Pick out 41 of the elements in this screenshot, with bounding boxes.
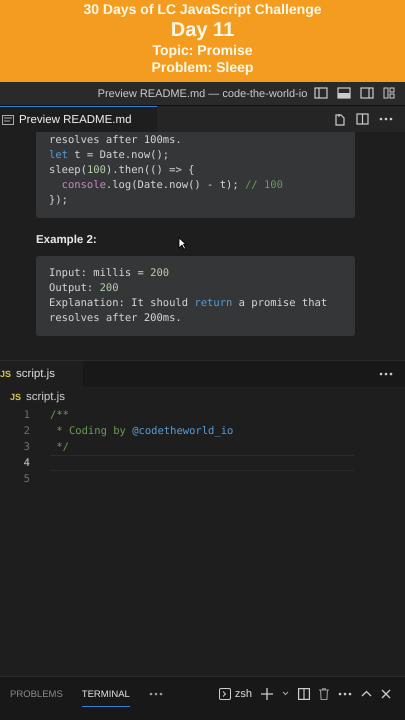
terminal-icon	[218, 688, 231, 700]
line-number: 5	[22, 473, 31, 485]
secondary-sidebar-icon[interactable]	[360, 87, 374, 99]
banner-day: Day 11	[0, 18, 405, 42]
preview-tab[interactable]: Preview README.md	[0, 106, 158, 132]
code-block: resolves after 100ms. let t = Date.now(); sleep(100).then(() => { console.log(Date.now() - t); // 100 });	[36, 132, 355, 218]
trash-icon[interactable]	[319, 688, 329, 700]
split-terminal-icon[interactable]	[298, 688, 310, 700]
panel-tab[interactable]: PROBLEMS	[10, 680, 63, 706]
panel-toggle-icon[interactable]	[337, 87, 351, 99]
banner-title: 30 Days of LC JavaScript Challenge	[82, 1, 323, 18]
layout-icon[interactable]	[383, 87, 395, 99]
more-icon[interactable]	[338, 692, 352, 696]
chevron-down-icon[interactable]	[282, 691, 289, 696]
shell-name[interactable]: zsh	[234, 688, 252, 700]
split-editor-icon[interactable]	[356, 113, 369, 125]
section-heading: Example 2:	[36, 234, 97, 246]
editor-tab[interactable]: JS script.js	[0, 361, 83, 387]
breadcrumb-item[interactable]: script.js	[26, 391, 65, 403]
js-file-icon: JS	[10, 392, 22, 402]
code-line: */	[55, 440, 70, 455]
close-icon[interactable]	[381, 688, 391, 698]
preview-icon	[2, 114, 14, 124]
panel-tab[interactable]: TERMINAL	[82, 680, 130, 706]
banner-topic: Topic: Promise	[151, 42, 254, 59]
mouse-pointer-icon	[178, 237, 187, 250]
more-icon[interactable]	[379, 372, 393, 376]
line-number: 3	[22, 441, 31, 453]
window-title: Preview README.md — code-the-world-io	[98, 88, 308, 100]
more-icon[interactable]	[148, 692, 163, 696]
sidebar-toggle-icon[interactable]	[314, 87, 328, 99]
chevron-up-icon[interactable]	[361, 690, 372, 697]
line-number: 2	[22, 425, 31, 437]
line-number: 1	[22, 409, 31, 421]
banner-problem: Problem: Sleep	[150, 59, 254, 76]
line-number: 4	[22, 457, 31, 469]
code-block: Input: millis = 200 Output: 200 Explanation: It should return a promise that resolves after 200ms.	[36, 256, 355, 336]
plus-icon[interactable]	[261, 688, 273, 700]
code-line: /**	[50, 408, 70, 423]
code-line: * Coding by @codetheworld_io	[55, 424, 234, 439]
more-icon[interactable]	[379, 117, 393, 121]
